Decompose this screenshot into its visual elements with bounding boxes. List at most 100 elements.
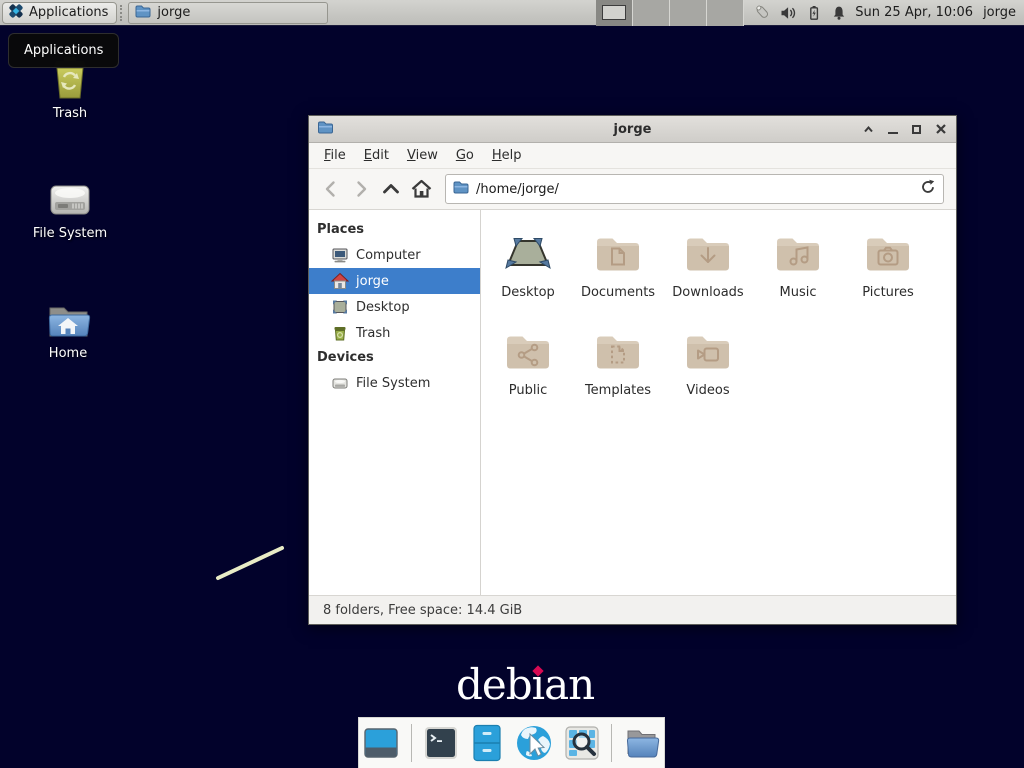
- taskbar-window-label: jorge: [157, 5, 190, 20]
- drive-icon: [331, 374, 349, 392]
- applications-menu-button[interactable]: Applications: [2, 2, 117, 24]
- path-text[interactable]: /home/jorge/: [476, 182, 913, 197]
- globe-browser-icon: [515, 724, 553, 762]
- close-button[interactable]: [933, 122, 948, 137]
- forward-button[interactable]: [347, 175, 375, 203]
- workspace-switcher: [596, 0, 744, 26]
- debian-logo-text: an: [544, 660, 594, 709]
- sidebar-item-computer[interactable]: Computer: [309, 242, 480, 268]
- sidebar-label: jorge: [356, 274, 389, 289]
- sidebar-item-filesystem[interactable]: File System: [309, 370, 480, 396]
- titlebar[interactable]: jorge: [309, 116, 956, 143]
- harddrive-icon: [22, 176, 118, 222]
- taskbar-folder-icon: [135, 3, 151, 23]
- terminal-icon: [423, 725, 459, 761]
- file-item-documents[interactable]: Documents: [573, 224, 663, 322]
- window-folder-icon: [317, 119, 334, 139]
- menu-help[interactable]: Help: [483, 145, 531, 166]
- volume-icon[interactable]: [780, 5, 797, 21]
- debian-logo-text: deb: [456, 660, 532, 709]
- sidebar-label: Computer: [356, 248, 421, 263]
- workspace-2[interactable]: [633, 0, 670, 26]
- file-item-label: Videos: [686, 383, 729, 398]
- desktop-icon-filesystem[interactable]: File System: [22, 176, 118, 241]
- templates-folder-icon: [594, 326, 642, 378]
- battery-icon[interactable]: [806, 5, 822, 21]
- folder-launcher[interactable]: [623, 726, 661, 760]
- path-folder-icon: [453, 179, 469, 199]
- file-item-music[interactable]: Music: [753, 224, 843, 322]
- file-view[interactable]: Desktop Documents: [481, 210, 956, 595]
- desktop-special-icon: [504, 228, 552, 280]
- workspace-4[interactable]: [707, 0, 744, 26]
- show-desktop-icon: [362, 724, 400, 762]
- file-item-label: Pictures: [862, 285, 913, 300]
- show-desktop-button[interactable]: [362, 724, 400, 762]
- sidebar-item-jorge[interactable]: jorge: [309, 268, 480, 294]
- menu-file[interactable]: File: [315, 145, 355, 166]
- videos-folder-icon: [684, 326, 732, 378]
- file-item-public[interactable]: Public: [483, 322, 573, 420]
- statusbar: 8 folders, Free space: 14.4 GiB: [309, 595, 956, 624]
- applications-label: Applications: [29, 5, 108, 20]
- workspace-3[interactable]: [670, 0, 707, 26]
- panel-clock[interactable]: Sun 25 Apr, 10:06: [855, 5, 973, 20]
- desktop-icon-label: Trash: [22, 106, 118, 121]
- home-folder-icon: [20, 296, 116, 342]
- back-button[interactable]: [317, 175, 345, 203]
- taskbar-window-button[interactable]: jorge: [128, 2, 328, 24]
- file-item-label: Desktop: [501, 285, 555, 300]
- system-tray: [754, 4, 847, 21]
- file-item-label: Music: [780, 285, 817, 300]
- home-button[interactable]: [407, 175, 435, 203]
- applications-tooltip: Applications: [8, 33, 119, 68]
- status-text: 8 folders, Free space: 14.4 GiB: [323, 603, 522, 618]
- public-folder-icon: [504, 326, 552, 378]
- file-item-videos[interactable]: Videos: [663, 322, 753, 420]
- debian-logo: debıan: [456, 660, 594, 709]
- file-item-desktop[interactable]: Desktop: [483, 224, 573, 322]
- pictures-folder-icon: [864, 228, 912, 280]
- file-item-label: Downloads: [672, 285, 743, 300]
- terminal-launcher[interactable]: [423, 725, 459, 761]
- dock-separator: [411, 724, 412, 762]
- desktop-icon: [331, 298, 349, 316]
- top-panel: Applications jorge: [0, 0, 1024, 26]
- workspace-1[interactable]: [596, 0, 633, 26]
- dock-separator: [611, 724, 612, 762]
- clipman-mouse-icon[interactable]: [754, 4, 771, 21]
- web-browser-launcher[interactable]: [515, 724, 553, 762]
- reload-icon[interactable]: [920, 179, 936, 199]
- computer-icon: [331, 246, 349, 264]
- file-item-downloads[interactable]: Downloads: [663, 224, 753, 322]
- applications-icon: [8, 3, 24, 23]
- app-finder-launcher[interactable]: [564, 725, 600, 761]
- desktop-icon-label: File System: [22, 226, 118, 241]
- file-item-templates[interactable]: Templates: [573, 322, 663, 420]
- menu-go[interactable]: Go: [447, 145, 483, 166]
- panel-handle: [120, 5, 125, 21]
- file-cabinet-icon: [470, 724, 504, 762]
- menu-view[interactable]: View: [398, 145, 447, 166]
- sidebar-label: File System: [356, 376, 430, 391]
- sidebar-label: Desktop: [356, 300, 410, 315]
- up-button[interactable]: [377, 175, 405, 203]
- maximize-button[interactable]: [909, 122, 924, 137]
- menu-edit[interactable]: Edit: [355, 145, 398, 166]
- sidebar-header-devices: Devices: [309, 346, 480, 370]
- toolbar: /home/jorge/: [309, 169, 956, 210]
- sidebar-header-places: Places: [309, 218, 480, 242]
- notification-bell-icon[interactable]: [831, 5, 847, 21]
- desktop-icon-home[interactable]: Home: [20, 296, 116, 361]
- desktop-stray-line: [210, 540, 292, 586]
- minimize-button[interactable]: [885, 122, 900, 137]
- file-manager-window: jorge File Edit View Go Help: [308, 115, 957, 625]
- sidebar-item-desktop[interactable]: Desktop: [309, 294, 480, 320]
- home-icon: [331, 272, 349, 290]
- location-bar[interactable]: /home/jorge/: [445, 174, 944, 204]
- panel-username[interactable]: jorge: [983, 5, 1016, 20]
- file-item-pictures[interactable]: Pictures: [843, 224, 933, 322]
- sidebar-item-trash[interactable]: Trash: [309, 320, 480, 346]
- shade-button[interactable]: [861, 122, 876, 137]
- file-manager-launcher[interactable]: [470, 724, 504, 762]
